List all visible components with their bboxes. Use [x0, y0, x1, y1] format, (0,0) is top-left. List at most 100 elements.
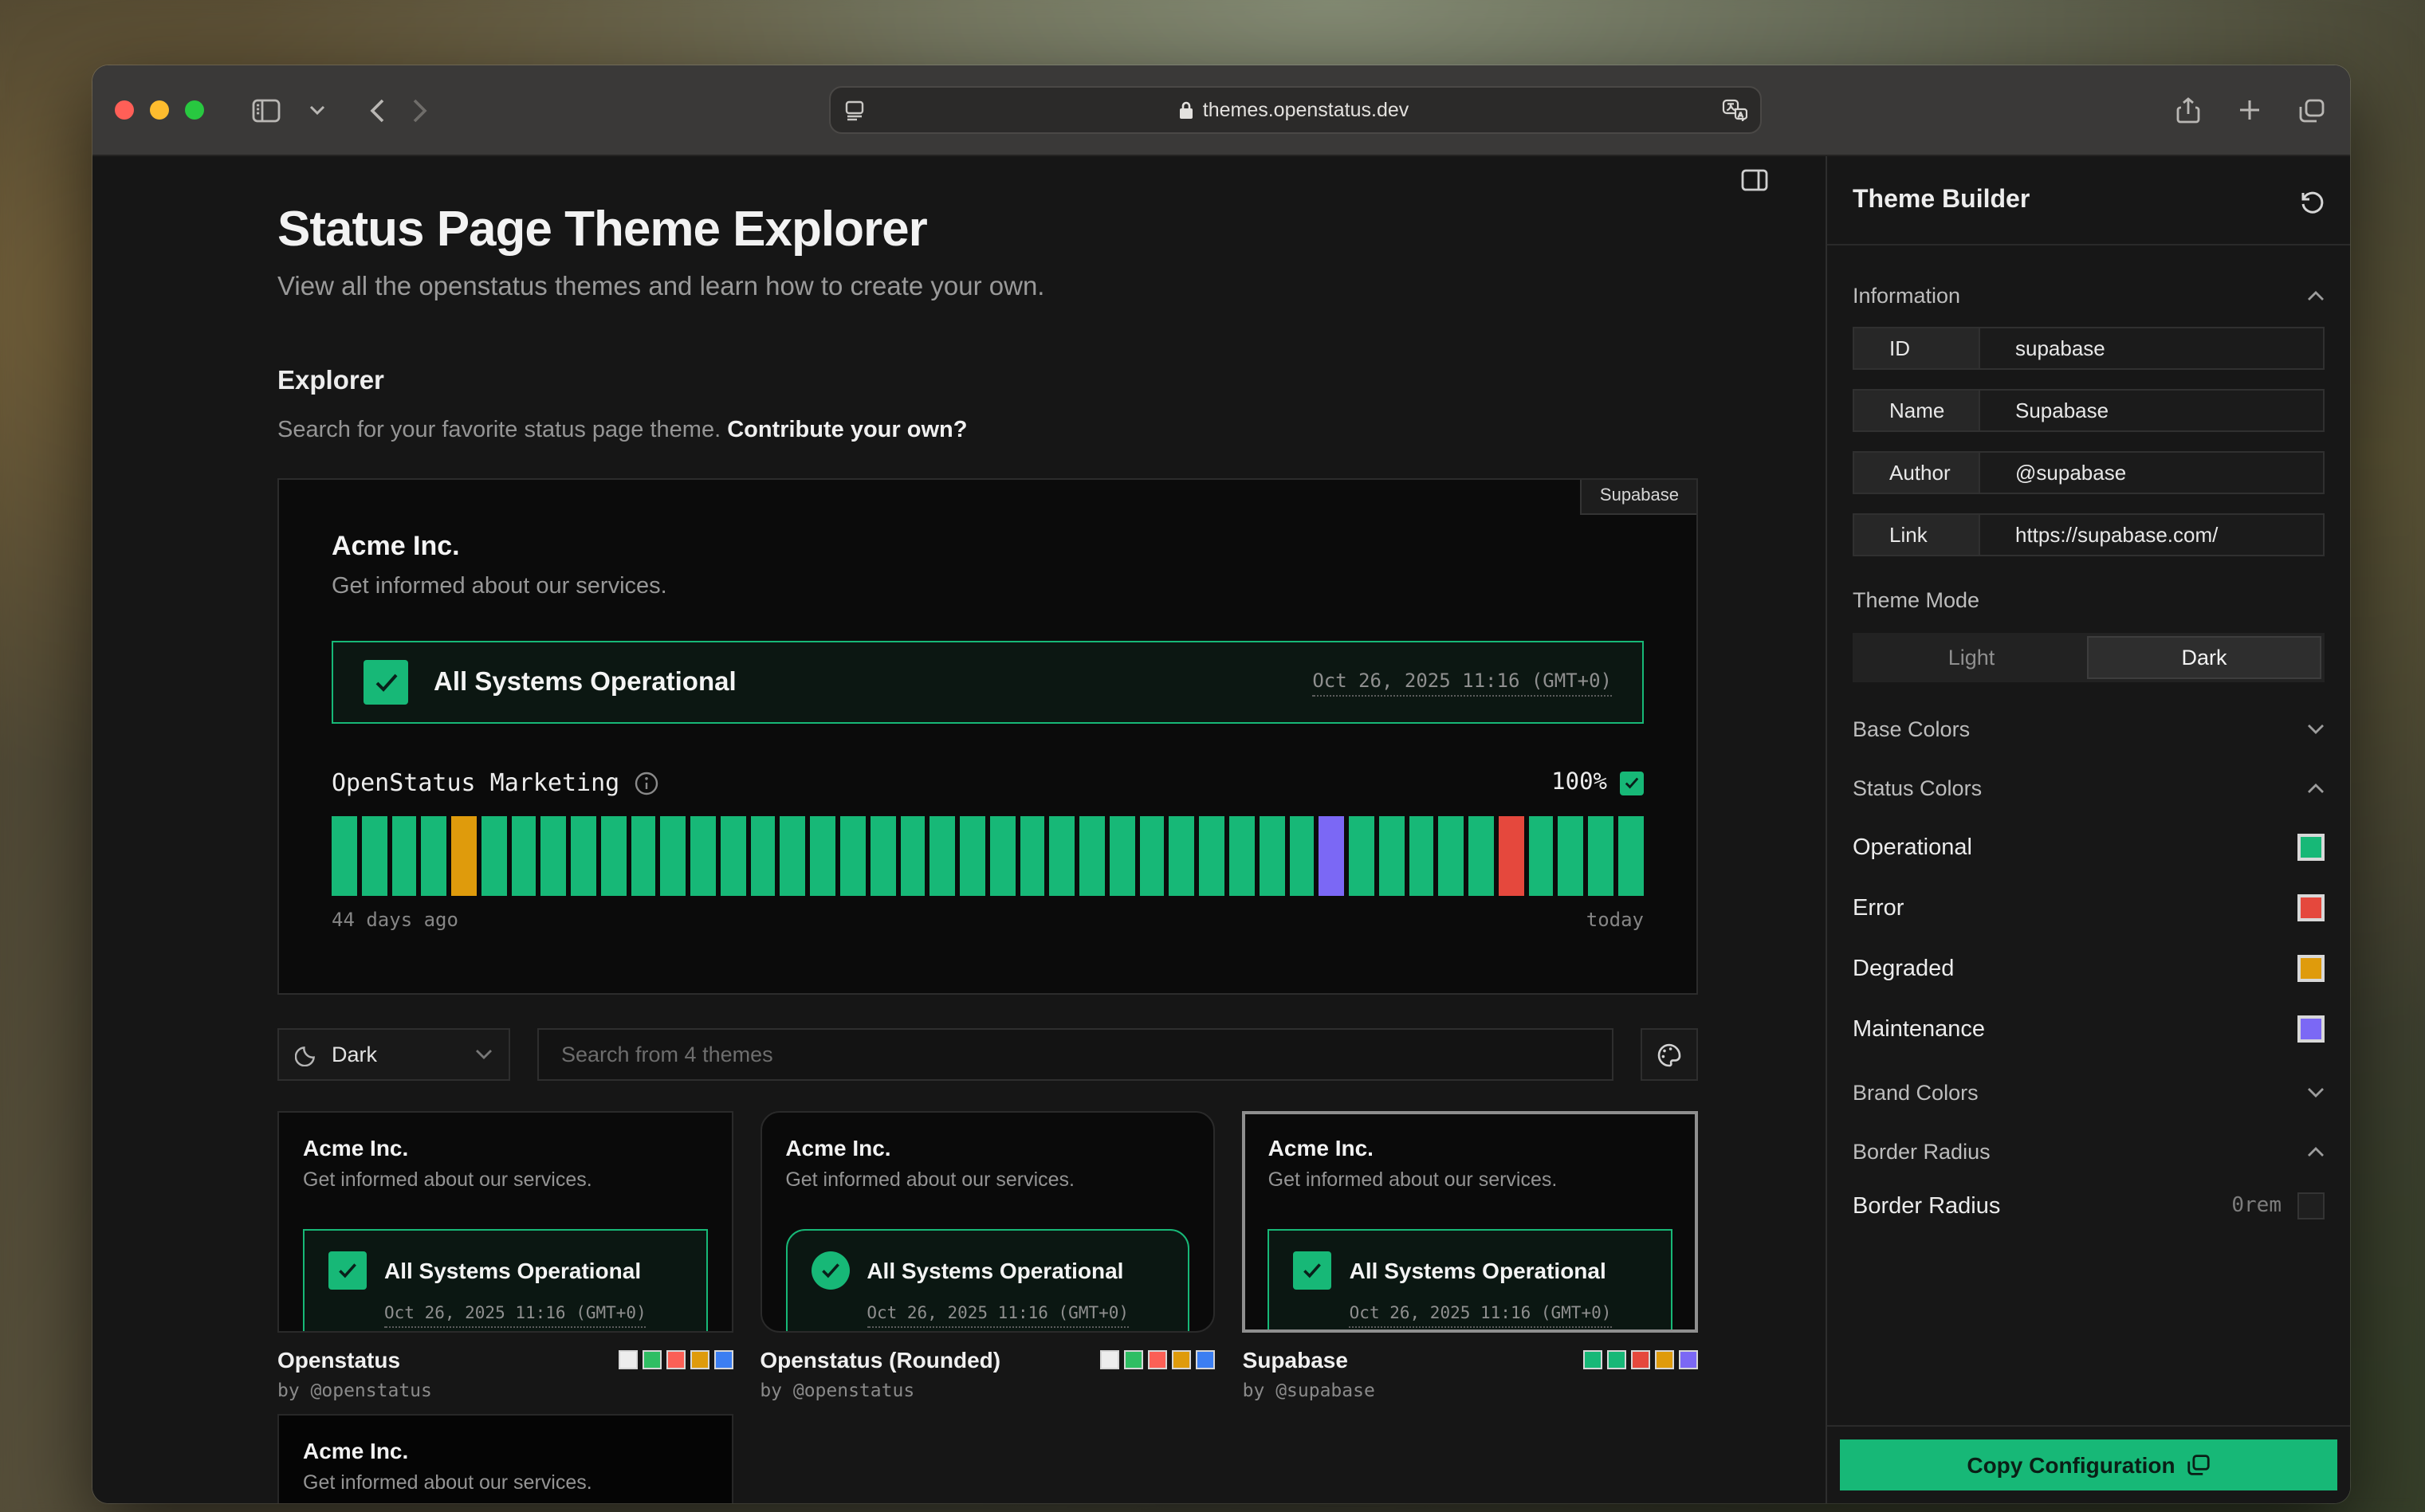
- uptime-bar[interactable]: [900, 816, 926, 896]
- mini-check-icon: [811, 1251, 849, 1290]
- uptime-bar[interactable]: [391, 816, 417, 896]
- uptime-bar[interactable]: [422, 816, 447, 896]
- uptime-bar[interactable]: [571, 816, 596, 896]
- sidebar-toggle-icon[interactable]: [249, 95, 284, 125]
- uptime-bar[interactable]: [1169, 816, 1195, 896]
- uptime-bar[interactable]: [1439, 816, 1464, 896]
- uptime-bar[interactable]: [871, 816, 896, 896]
- theme-card-supabase[interactable]: Acme Inc. Get informed about our service…: [1243, 1111, 1698, 1333]
- uptime-bar[interactable]: [631, 816, 656, 896]
- uptime-bar[interactable]: [661, 816, 686, 896]
- uptime-bar[interactable]: [840, 816, 866, 896]
- uptime-bar[interactable]: [1349, 816, 1374, 896]
- mini-status-banner: All Systems Operational Oct 26, 2025 11:…: [303, 1229, 707, 1333]
- share-icon[interactable]: [2173, 93, 2203, 127]
- status-color-swatch[interactable]: [2297, 894, 2325, 921]
- translate-icon[interactable]: [1722, 99, 1747, 121]
- theme-name[interactable]: Openstatus (Rounded): [760, 1347, 1000, 1373]
- uptime-bar[interactable]: [750, 816, 776, 896]
- status-color-swatch[interactable]: [2297, 1015, 2325, 1043]
- uptime-bar[interactable]: [332, 816, 357, 896]
- contribute-link[interactable]: Contribute your own?: [727, 418, 967, 443]
- uptime-bar[interactable]: [690, 816, 716, 896]
- reader-icon[interactable]: [843, 100, 866, 120]
- tab-group-chevron-icon[interactable]: [306, 102, 328, 118]
- theme-mode-segmented-control: LightDark: [1853, 633, 2325, 682]
- minimize-window-button[interactable]: [150, 100, 169, 120]
- section-brand-colors[interactable]: Brand Colors: [1853, 1081, 2325, 1105]
- uptime-bar[interactable]: [1079, 816, 1105, 896]
- uptime-bar[interactable]: [601, 816, 627, 896]
- uptime-bar[interactable]: [451, 816, 477, 896]
- uptime-bar[interactable]: [1468, 816, 1494, 896]
- uptime-bar[interactable]: [481, 816, 507, 896]
- section-border-radius[interactable]: Border Radius: [1853, 1140, 2325, 1164]
- palette-icon[interactable]: [1641, 1028, 1698, 1081]
- uptime-bar[interactable]: [511, 816, 536, 896]
- uptime-bar[interactable]: [1020, 816, 1045, 896]
- color-swatch: [1583, 1350, 1602, 1369]
- mini-banner-timestamp: Oct 26, 2025 11:16 (GMT+0): [867, 1304, 1129, 1328]
- theme-mode-option-light[interactable]: Light: [1856, 636, 2087, 679]
- theme-card-openstatus[interactable]: Acme Inc. Get informed about our service…: [277, 1111, 733, 1333]
- forward-button[interactable]: [410, 95, 430, 125]
- section-base-colors[interactable]: Base Colors: [1853, 717, 2325, 741]
- uptime-bar[interactable]: [1588, 816, 1613, 896]
- theme-mode-select[interactable]: Dark: [277, 1028, 510, 1081]
- uptime-bar[interactable]: [541, 816, 567, 896]
- section-information[interactable]: Information: [1853, 284, 2325, 308]
- info-value-input[interactable]: Supabase: [1980, 391, 2323, 430]
- theme-mode-option-dark[interactable]: Dark: [2087, 636, 2321, 679]
- uptime-bar[interactable]: [1050, 816, 1075, 896]
- uptime-bar[interactable]: [1229, 816, 1255, 896]
- uptime-bar[interactable]: [780, 816, 806, 896]
- uptime-bar[interactable]: [1319, 816, 1345, 896]
- info-value-input[interactable]: https://supabase.com/: [1980, 515, 2323, 555]
- uptime-bar[interactable]: [1110, 816, 1135, 896]
- uptime-bar[interactable]: [811, 816, 836, 896]
- browser-window: themes.openstatus.dev: [92, 65, 2350, 1503]
- uptime-bar[interactable]: [930, 816, 956, 896]
- uptime-bar[interactable]: [1618, 816, 1644, 896]
- theme-card-partial[interactable]: Acme Inc. Get informed about our service…: [277, 1414, 733, 1503]
- info-value-input[interactable]: supabase: [1980, 328, 2323, 368]
- uptime-bar[interactable]: [362, 816, 387, 896]
- close-window-button[interactable]: [115, 100, 134, 120]
- info-icon[interactable]: [634, 771, 658, 795]
- uptime-bar[interactable]: [1528, 816, 1554, 896]
- uptime-bar[interactable]: [1259, 816, 1284, 896]
- uptime-bar[interactable]: [1199, 816, 1224, 896]
- main-content: Status Page Theme Explorer View all the …: [92, 156, 1826, 1503]
- uptime-bar[interactable]: [1139, 816, 1165, 896]
- zoom-window-button[interactable]: [185, 100, 204, 120]
- uptime-bar[interactable]: [1289, 816, 1315, 896]
- search-input[interactable]: [537, 1028, 1613, 1081]
- uptime-bar[interactable]: [1409, 816, 1434, 896]
- tab-overview-icon[interactable]: [2296, 95, 2328, 125]
- panel-right-toggle-icon[interactable]: [1741, 169, 1768, 196]
- status-banner-timestamp[interactable]: Oct 26, 2025 11:16 (GMT+0): [1312, 669, 1612, 696]
- uptime-bar[interactable]: [960, 816, 985, 896]
- reset-icon[interactable]: [2299, 187, 2325, 213]
- chevron-up-icon: [2307, 290, 2325, 301]
- uptime-bar[interactable]: [990, 816, 1016, 896]
- theme-card-openstatus-rounded-[interactable]: Acme Inc. Get informed about our service…: [760, 1111, 1215, 1333]
- theme-name[interactable]: Openstatus: [277, 1347, 400, 1373]
- section-status-colors[interactable]: Status Colors: [1853, 776, 2325, 800]
- uptime-bar[interactable]: [1499, 816, 1524, 896]
- back-button[interactable]: [367, 95, 387, 125]
- uptime-bar-chart[interactable]: [332, 816, 1644, 896]
- border-radius-swatch[interactable]: [2297, 1192, 2325, 1219]
- uptime-bar[interactable]: [1558, 816, 1584, 896]
- copy-configuration-label: Copy Configuration: [1967, 1452, 2175, 1478]
- copy-configuration-button[interactable]: Copy Configuration: [1840, 1439, 2337, 1490]
- status-color-swatch[interactable]: [2297, 955, 2325, 982]
- status-color-swatch[interactable]: [2297, 834, 2325, 861]
- uptime-bar[interactable]: [1379, 816, 1405, 896]
- uptime-bar[interactable]: [721, 816, 746, 896]
- section-status-colors-label: Status Colors: [1853, 776, 1982, 800]
- new-tab-icon[interactable]: [2235, 96, 2264, 124]
- address-bar[interactable]: themes.openstatus.dev: [829, 86, 1762, 134]
- info-value-input[interactable]: @supabase: [1980, 453, 2323, 493]
- theme-name[interactable]: Supabase: [1243, 1347, 1348, 1373]
